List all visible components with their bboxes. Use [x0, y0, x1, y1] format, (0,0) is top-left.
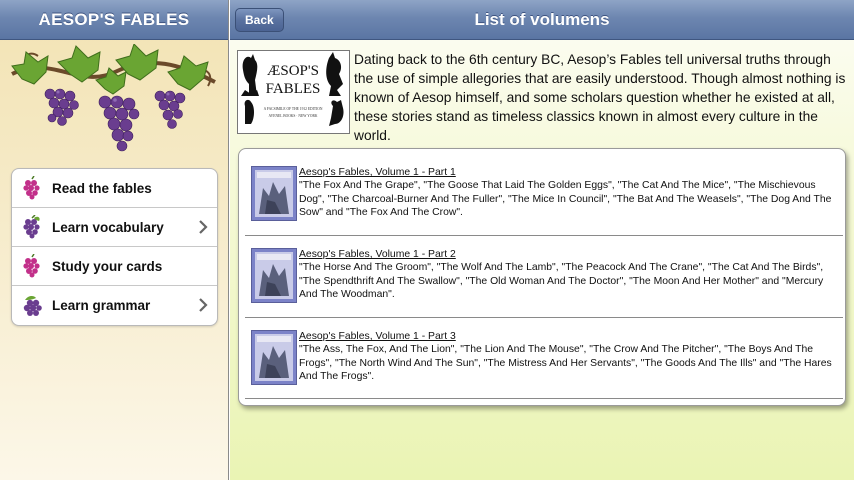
menu-item-read-fables[interactable]: Read the fables [12, 169, 217, 208]
sidebar-header: AESOP'S FABLES [0, 0, 228, 40]
grapes-icon [23, 254, 40, 278]
grapes-icon [23, 176, 40, 200]
menu-item-label: Learn vocabulary [52, 219, 164, 235]
chevron-right-icon [199, 298, 208, 312]
grapevine-illustration [11, 44, 216, 152]
volume-cover-thumbnail [251, 166, 297, 221]
intro-section: ÆSOP'S FABLES A FACSIMILE OF THE 1912 ED… [237, 50, 847, 143]
menu-item-study-cards[interactable]: Study your cards [12, 247, 217, 286]
main-header: List of volumens Back [230, 0, 854, 40]
app-title: AESOP'S FABLES [38, 9, 190, 29]
menu-item-learn-grammar[interactable]: Learn grammar [12, 286, 217, 325]
volume-cover-thumbnail [251, 248, 297, 303]
menu-item-label: Read the fables [52, 180, 152, 196]
menu-item-label: Learn grammar [52, 298, 151, 313]
sidebar: AESOP'S FABLES Read the fables Learn voc… [0, 0, 229, 480]
cover-publisher: AVENEL BOOKS · NEW YORK [269, 114, 318, 118]
divider [245, 317, 843, 318]
intro-text: Dating back to the 6th century BC, Aesop… [354, 52, 846, 143]
aesops-fables-cover-image: ÆSOP'S FABLES A FACSIMILE OF THE 1912 ED… [237, 50, 350, 134]
volume-cover-thumbnail [251, 330, 297, 385]
main-menu: Read the fables Learn vocabulary Study y… [11, 168, 218, 326]
divider [245, 398, 843, 399]
volume-title-link[interactable]: Aesop's Fables, Volume 1 - Part 3 [299, 331, 456, 342]
volume-list: Aesop's Fables, Volume 1 - Part 1 "The F… [238, 148, 846, 406]
volume-description: "The Horse And The Groom", "The Wolf And… [299, 262, 824, 300]
cover-subtitle: A FACSIMILE OF THE 1912 EDITION [264, 107, 323, 111]
grapes-icon [23, 215, 40, 239]
cover-title-bottom: FABLES [266, 81, 321, 97]
divider [245, 235, 843, 236]
back-button[interactable]: Back [235, 8, 284, 32]
volume-title-link[interactable]: Aesop's Fables, Volume 1 - Part 2 [299, 249, 456, 260]
grapes-icon [23, 295, 42, 316]
main-panel: List of volumens Back ÆSOP'S FABLES A FA… [230, 0, 854, 480]
volume-title-link[interactable]: Aesop's Fables, Volume 1 - Part 1 [299, 167, 456, 178]
menu-item-label: Study your cards [52, 258, 163, 274]
volume-description: "The Ass, The Fox, And The Lion", "The L… [299, 344, 832, 382]
cover-title-top: ÆSOP'S [267, 63, 319, 79]
chevron-right-icon [199, 220, 208, 234]
page-title: List of volumens [474, 10, 610, 29]
menu-item-learn-vocabulary[interactable]: Learn vocabulary [12, 208, 217, 247]
volume-description: "The Fox And The Grape", "The Goose That… [299, 180, 832, 218]
